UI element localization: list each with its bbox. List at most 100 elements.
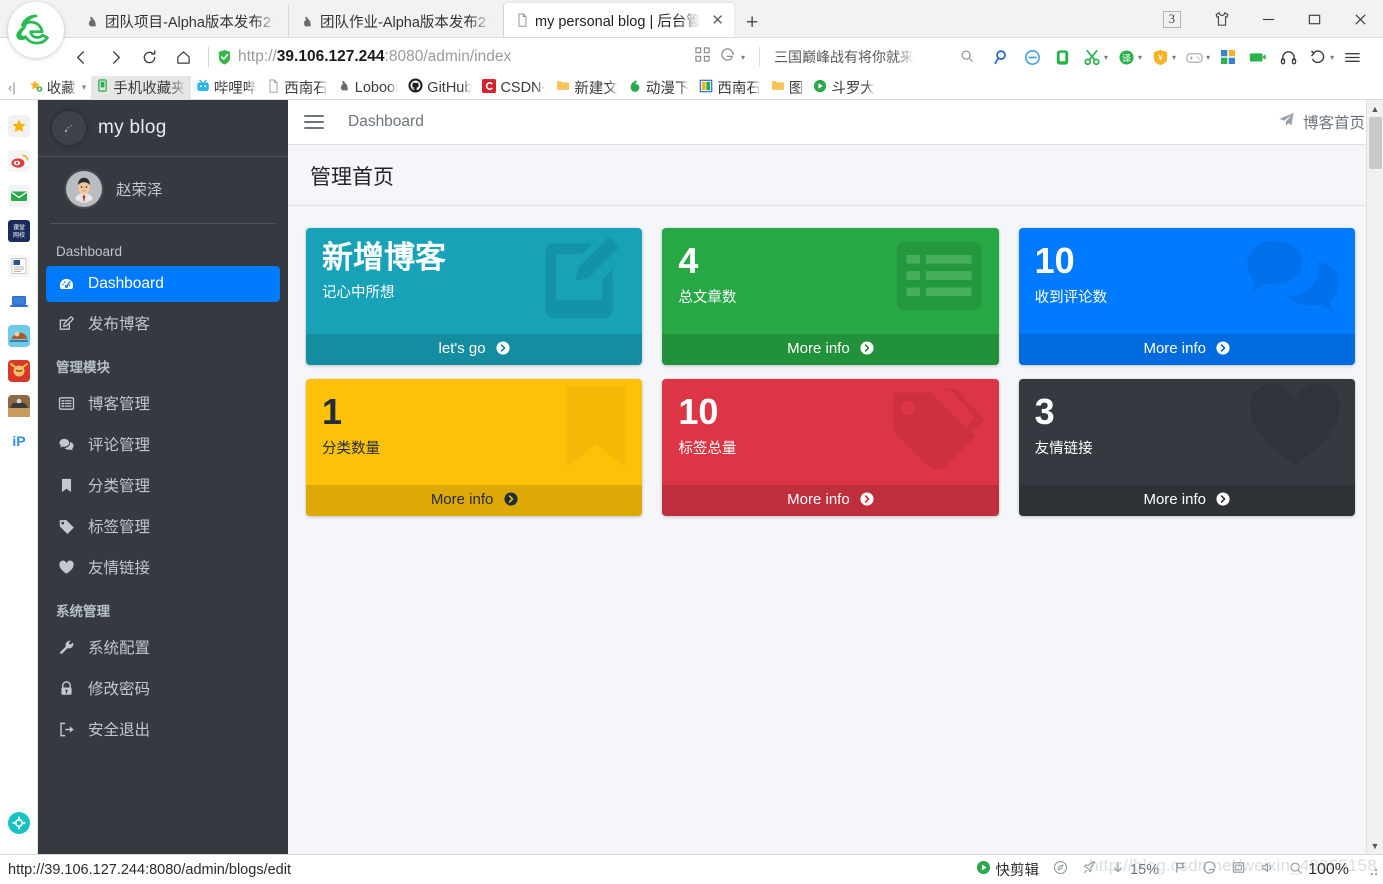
game2-icon[interactable] bbox=[7, 359, 31, 383]
bookmark-item-swsy2[interactable]: 西南石 bbox=[694, 75, 766, 100]
breadcrumb[interactable]: Dashboard bbox=[348, 113, 424, 131]
page-scrollbar[interactable]: ▲ ▼ bbox=[1366, 100, 1383, 854]
bookmark-overflow-icon[interactable]: ‹| bbox=[2, 80, 24, 95]
tshirt-icon[interactable] bbox=[1199, 0, 1245, 38]
mail-icon[interactable] bbox=[7, 184, 31, 208]
sidebar-item-tag-management[interactable]: 标签管理 bbox=[46, 506, 280, 546]
status-download[interactable]: 15% bbox=[1111, 860, 1159, 879]
bookmark-item-mobile[interactable]: 手机收藏夹 bbox=[91, 75, 191, 100]
sidebar-item-logout[interactable]: 安全退出 bbox=[46, 709, 280, 749]
scrollbar-thumb[interactable] bbox=[1369, 117, 1382, 169]
hamburger-icon[interactable] bbox=[304, 115, 324, 129]
laptop-icon[interactable] bbox=[7, 289, 31, 313]
stat-card-tags[interactable]: 10 标签总量 More info bbox=[662, 379, 998, 516]
sidebar-item-change-password[interactable]: 修改密码 bbox=[46, 668, 280, 708]
chevron-down-icon[interactable]: ▾ bbox=[1104, 53, 1108, 62]
sidebar-user[interactable]: 赵荣泽 bbox=[50, 157, 276, 224]
word-icon[interactable] bbox=[7, 254, 31, 278]
browser-tab[interactable]: 团队项目-Alpha版本发布2 - bbox=[74, 5, 289, 37]
bookmark-item-bilibili[interactable]: 哔哩哔 bbox=[191, 75, 263, 100]
mobile-icon[interactable] bbox=[1048, 42, 1076, 72]
status-quickcut[interactable]: 快剪辑 bbox=[976, 859, 1040, 880]
back-icon[interactable] bbox=[64, 40, 98, 74]
undo-icon[interactable] bbox=[1304, 42, 1332, 72]
stat-card-total-articles[interactable]: 4 总文章数 More info bbox=[662, 228, 998, 365]
chevron-down-icon[interactable]: ▾ bbox=[1330, 53, 1334, 62]
bookmark-item-douluo[interactable]: 斗罗大 bbox=[808, 75, 880, 100]
coupon-icon[interactable]: ¥ bbox=[1146, 42, 1174, 72]
sidebar-item-system-config[interactable]: 系统配置 bbox=[46, 627, 280, 667]
bookmark-item-swsy[interactable]: 西南石 bbox=[262, 75, 333, 100]
status-window-mode[interactable] bbox=[1231, 860, 1246, 879]
chevron-down-icon[interactable]: ▾ bbox=[741, 53, 745, 62]
game3-icon[interactable] bbox=[7, 394, 31, 418]
scissors-icon[interactable] bbox=[1078, 42, 1106, 72]
maximize-button[interactable] bbox=[1291, 0, 1337, 38]
browser-engine-icon[interactable] bbox=[720, 47, 735, 67]
card-footer-link[interactable]: More info bbox=[1019, 485, 1355, 516]
bookmark-item-anime[interactable]: 动漫下 bbox=[623, 75, 695, 100]
menu-icon[interactable] bbox=[1338, 42, 1366, 72]
adblock-icon[interactable] bbox=[1018, 42, 1046, 72]
apps-icon[interactable] bbox=[1214, 42, 1242, 72]
search-input[interactable]: 三国巅峰战有将你就来 bbox=[774, 47, 914, 67]
stat-card-friend-links[interactable]: 3 友情链接 More info bbox=[1019, 379, 1355, 516]
sidebar-item-dashboard[interactable]: Dashboard bbox=[46, 266, 280, 302]
pdd-icon[interactable]: iP bbox=[7, 429, 31, 453]
video-icon[interactable] bbox=[1244, 42, 1272, 72]
sidebar-item-category-management[interactable]: 分类管理 bbox=[46, 465, 280, 505]
chevron-down-icon[interactable]: ▾ bbox=[1206, 53, 1210, 62]
sidebar-item-blog-management[interactable]: 博客管理 bbox=[46, 383, 280, 423]
close-button[interactable] bbox=[1337, 0, 1383, 38]
bookmark-item-newdoc[interactable]: 新建文 bbox=[551, 75, 623, 100]
tab-close-button[interactable]: ✕ bbox=[711, 13, 724, 28]
bookmark-item-lobooi[interactable]: Lobooi bbox=[333, 77, 404, 98]
card-footer-link[interactable]: More info bbox=[662, 334, 998, 365]
status-sound[interactable] bbox=[1260, 860, 1275, 879]
scroll-down-arrow-icon[interactable]: ▼ bbox=[1367, 837, 1383, 854]
new-tab-button[interactable]: + bbox=[734, 12, 770, 37]
star-icon[interactable] bbox=[7, 114, 31, 138]
sidebar-item-publish-blog[interactable]: 发布博客 bbox=[46, 303, 280, 343]
game-icon[interactable] bbox=[1180, 42, 1208, 72]
search-box[interactable]: 三国巅峰战有将你就来 bbox=[759, 47, 974, 67]
stat-card-categories[interactable]: 1 分类数量 More info bbox=[306, 379, 642, 516]
address-bar[interactable]: http://39.106.127.244:8080/admin/index bbox=[217, 48, 687, 66]
game1-icon[interactable] bbox=[7, 324, 31, 348]
qrcode-icon[interactable] bbox=[695, 47, 710, 67]
status-flag[interactable] bbox=[1173, 860, 1188, 879]
status-compass[interactable] bbox=[1053, 860, 1068, 879]
blog-home-link[interactable]: 博客首页 bbox=[1278, 111, 1365, 133]
resize-grip[interactable] bbox=[1367, 865, 1377, 875]
stat-card-comments[interactable]: 10 收到评论数 More info bbox=[1019, 228, 1355, 365]
chevron-down-icon[interactable]: ▾ bbox=[82, 82, 87, 93]
chevron-down-icon[interactable]: ▾ bbox=[1172, 53, 1176, 62]
weibo-icon[interactable] bbox=[7, 149, 31, 173]
sidebar-item-comment-management[interactable]: 评论管理 bbox=[46, 424, 280, 464]
status-rocket[interactable] bbox=[1082, 860, 1097, 879]
card-footer-link[interactable]: More info bbox=[662, 485, 998, 516]
reload-icon[interactable] bbox=[132, 40, 166, 74]
bookmark-item-favorites[interactable]: 收藏 ▾ bbox=[24, 75, 92, 100]
search-icon[interactable] bbox=[960, 49, 974, 66]
add-extension-icon[interactable] bbox=[7, 811, 31, 840]
sidebar-brand[interactable]: my blog bbox=[38, 100, 288, 157]
netease-icon[interactable]: 课堂网校 bbox=[7, 219, 31, 243]
scrollbar-track[interactable] bbox=[1367, 117, 1383, 837]
sidebar-item-friend-links[interactable]: 友情链接 bbox=[46, 547, 280, 587]
bookmark-item-github[interactable]: GitHub bbox=[403, 76, 477, 99]
card-footer-link[interactable]: More info bbox=[1019, 334, 1355, 365]
bookmark-item-csdn[interactable]: CSDN- bbox=[477, 77, 551, 99]
forward-icon[interactable] bbox=[98, 40, 132, 74]
home-icon[interactable] bbox=[166, 40, 200, 74]
bookmark-item-pictures[interactable]: 图 bbox=[766, 75, 809, 100]
card-footer-link[interactable]: More info bbox=[306, 485, 642, 516]
minimize-button[interactable] bbox=[1245, 0, 1291, 38]
browser-tab[interactable]: 团队作业-Alpha版本发布2 - bbox=[289, 5, 504, 37]
card-footer-link[interactable]: let's go bbox=[306, 334, 642, 365]
translate-icon[interactable]: 译 bbox=[1112, 42, 1140, 72]
scroll-up-arrow-icon[interactable]: ▲ bbox=[1367, 100, 1383, 117]
status-zoom[interactable]: 100% bbox=[1289, 861, 1349, 879]
browser-tab-active[interactable]: my personal blog | 后台管理 ✕ bbox=[504, 3, 734, 37]
magnifier-icon[interactable] bbox=[988, 42, 1016, 72]
